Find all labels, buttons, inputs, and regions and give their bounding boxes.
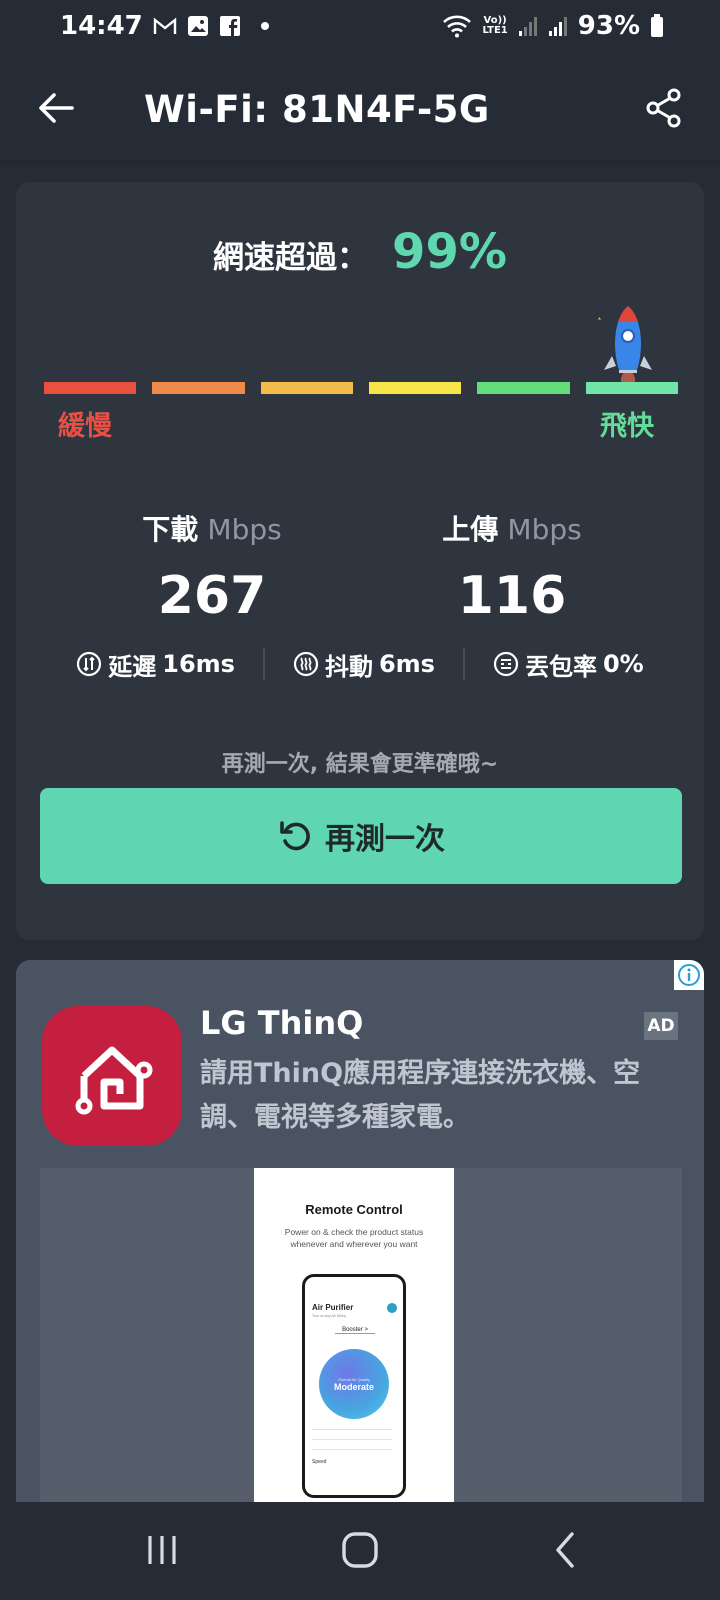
download-metric: 下載 Mbps 267 bbox=[62, 508, 362, 626]
speed-scale-segment bbox=[260, 382, 353, 394]
status-bar: 14:47 Vo)) LTE1 93% bbox=[0, 0, 720, 52]
phone-subtitle: Turn on Any Air Sleep bbox=[312, 1314, 346, 1318]
phone-row-line bbox=[312, 1429, 392, 1430]
packet-loss-icon bbox=[493, 651, 519, 677]
arrow-left-icon bbox=[39, 93, 74, 123]
speed-scale-segment bbox=[368, 382, 462, 394]
speed-scale bbox=[44, 382, 678, 394]
recents-icon bbox=[148, 1536, 176, 1564]
ad-screenshot: Remote Control Power on & check the prod… bbox=[254, 1168, 454, 1502]
wifi-icon bbox=[442, 14, 472, 38]
speed-scale-segment bbox=[477, 382, 570, 394]
speed-scale-segment bbox=[585, 382, 678, 394]
upload-value: 116 bbox=[457, 566, 567, 626]
lg-thinq-app-icon[interactable] bbox=[42, 1006, 182, 1146]
phone-row-line bbox=[312, 1449, 392, 1450]
info-icon bbox=[678, 964, 700, 986]
ad-screenshot-title: Remote Control bbox=[305, 1202, 403, 1217]
share-button[interactable] bbox=[644, 86, 684, 130]
signal-1-icon bbox=[518, 15, 538, 37]
jitter-label: 抖動 bbox=[324, 652, 373, 681]
phone-booster: Booster > bbox=[335, 1327, 375, 1334]
home-button[interactable] bbox=[332, 1524, 388, 1576]
ad-description: 請用ThinQ應用程序連接洗衣機、空調、電視等多種家電。 bbox=[200, 1058, 641, 1133]
download-label: 下載 bbox=[142, 513, 199, 546]
ad-card[interactable]: LG ThinQ AD 請用ThinQ應用程序連接洗衣機、空調、電視等多種家電。… bbox=[16, 960, 704, 1502]
refresh-icon bbox=[280, 821, 310, 851]
recent-apps-button[interactable] bbox=[134, 1524, 190, 1576]
app-bar: Wi-Fi: 81N4F-5G bbox=[0, 70, 720, 154]
home-icon bbox=[75, 1046, 153, 1115]
ad-info-button[interactable] bbox=[674, 960, 704, 990]
retest-button-label: 再測一次 bbox=[325, 823, 445, 856]
latency-value: 16ms bbox=[162, 650, 235, 678]
download-value: 267 bbox=[157, 566, 267, 626]
ad-media[interactable]: Remote Control Power on & check the prod… bbox=[40, 1168, 682, 1502]
page-title: Wi-Fi: 81N4F-5G bbox=[144, 88, 490, 131]
scale-fast-label: 飛快 bbox=[600, 411, 654, 442]
jitter-value: 6ms bbox=[378, 650, 435, 678]
battery-percent: 93% bbox=[577, 11, 640, 41]
notification-dot-icon bbox=[260, 22, 269, 30]
retest-button[interactable]: 再測一次 bbox=[40, 788, 682, 884]
packet-loss-label: 丟包率 bbox=[524, 652, 597, 681]
packet-loss-value: 0% bbox=[602, 650, 644, 678]
packet-loss-stat: 丟包率 0% bbox=[465, 647, 672, 682]
speed-scale-segment bbox=[152, 382, 245, 394]
rocket-icon bbox=[598, 306, 652, 389]
speed-scale-segment bbox=[44, 382, 137, 394]
home-circle-icon bbox=[342, 1532, 378, 1568]
speed-percentile: 網速超過： 99% bbox=[16, 224, 704, 280]
phone-title: Air Purifier bbox=[312, 1303, 354, 1312]
jitter-stat: 抖動 6ms bbox=[265, 647, 463, 682]
scale-slow-label: 緩慢 bbox=[58, 411, 112, 442]
gmail-icon bbox=[153, 16, 177, 36]
latency-stat: 延遲 16ms bbox=[48, 647, 263, 682]
download-unit: Mbps bbox=[207, 513, 282, 546]
phone-row-line bbox=[312, 1439, 392, 1440]
signal-2-icon bbox=[548, 15, 568, 37]
percentile-label: 網速超過： bbox=[213, 240, 369, 276]
chevron-left-icon bbox=[556, 1532, 574, 1568]
status-left: 14:47 bbox=[60, 11, 269, 41]
latency-icon bbox=[77, 651, 102, 677]
jitter-icon bbox=[293, 651, 319, 677]
ad-app-name[interactable]: LG ThinQ bbox=[200, 1004, 363, 1042]
share-icon bbox=[646, 88, 681, 128]
air-quality-gauge: Overall Air Quality Moderate bbox=[319, 1349, 389, 1419]
system-back-button[interactable] bbox=[538, 1524, 594, 1576]
phone-speed-label: Speed bbox=[312, 1459, 327, 1465]
facebook-icon bbox=[219, 15, 241, 37]
volte-indicator: Vo)) LTE1 bbox=[482, 15, 508, 36]
latency-label: 延遲 bbox=[108, 652, 157, 681]
ad-screenshot-subtitle: Power on & check the product status when… bbox=[284, 1227, 424, 1249]
ad-badge: AD bbox=[644, 1012, 678, 1040]
retest-hint: 再測一次, 結果會更準確哦~ bbox=[221, 752, 499, 777]
system-nav-bar bbox=[0, 1502, 720, 1600]
gallery-icon bbox=[187, 15, 209, 37]
upload-unit: Mbps bbox=[507, 513, 582, 546]
ad-phone-mockup: Air Purifier Turn on Any Air Sleep Boost… bbox=[302, 1274, 406, 1498]
phone-status-dot bbox=[387, 1303, 397, 1313]
network-stats: 延遲 16ms 抖動 6ms 丟包率 0% bbox=[16, 646, 704, 682]
upload-label: 上傳 bbox=[442, 513, 499, 546]
percentile-value: 99% bbox=[392, 224, 507, 280]
app-bar-divider bbox=[0, 160, 720, 168]
air-quality-value: Moderate bbox=[333, 1381, 374, 1392]
upload-metric: 上傳 Mbps 116 bbox=[362, 508, 662, 626]
speed-result-card: 網速超過： 99% 緩慢 飛快 下載 Mbps 267 上傳 Mbps 116 … bbox=[16, 182, 704, 940]
back-button[interactable] bbox=[36, 88, 76, 128]
battery-icon bbox=[650, 14, 664, 38]
status-right: Vo)) LTE1 93% bbox=[442, 11, 664, 41]
clock: 14:47 bbox=[60, 11, 143, 41]
